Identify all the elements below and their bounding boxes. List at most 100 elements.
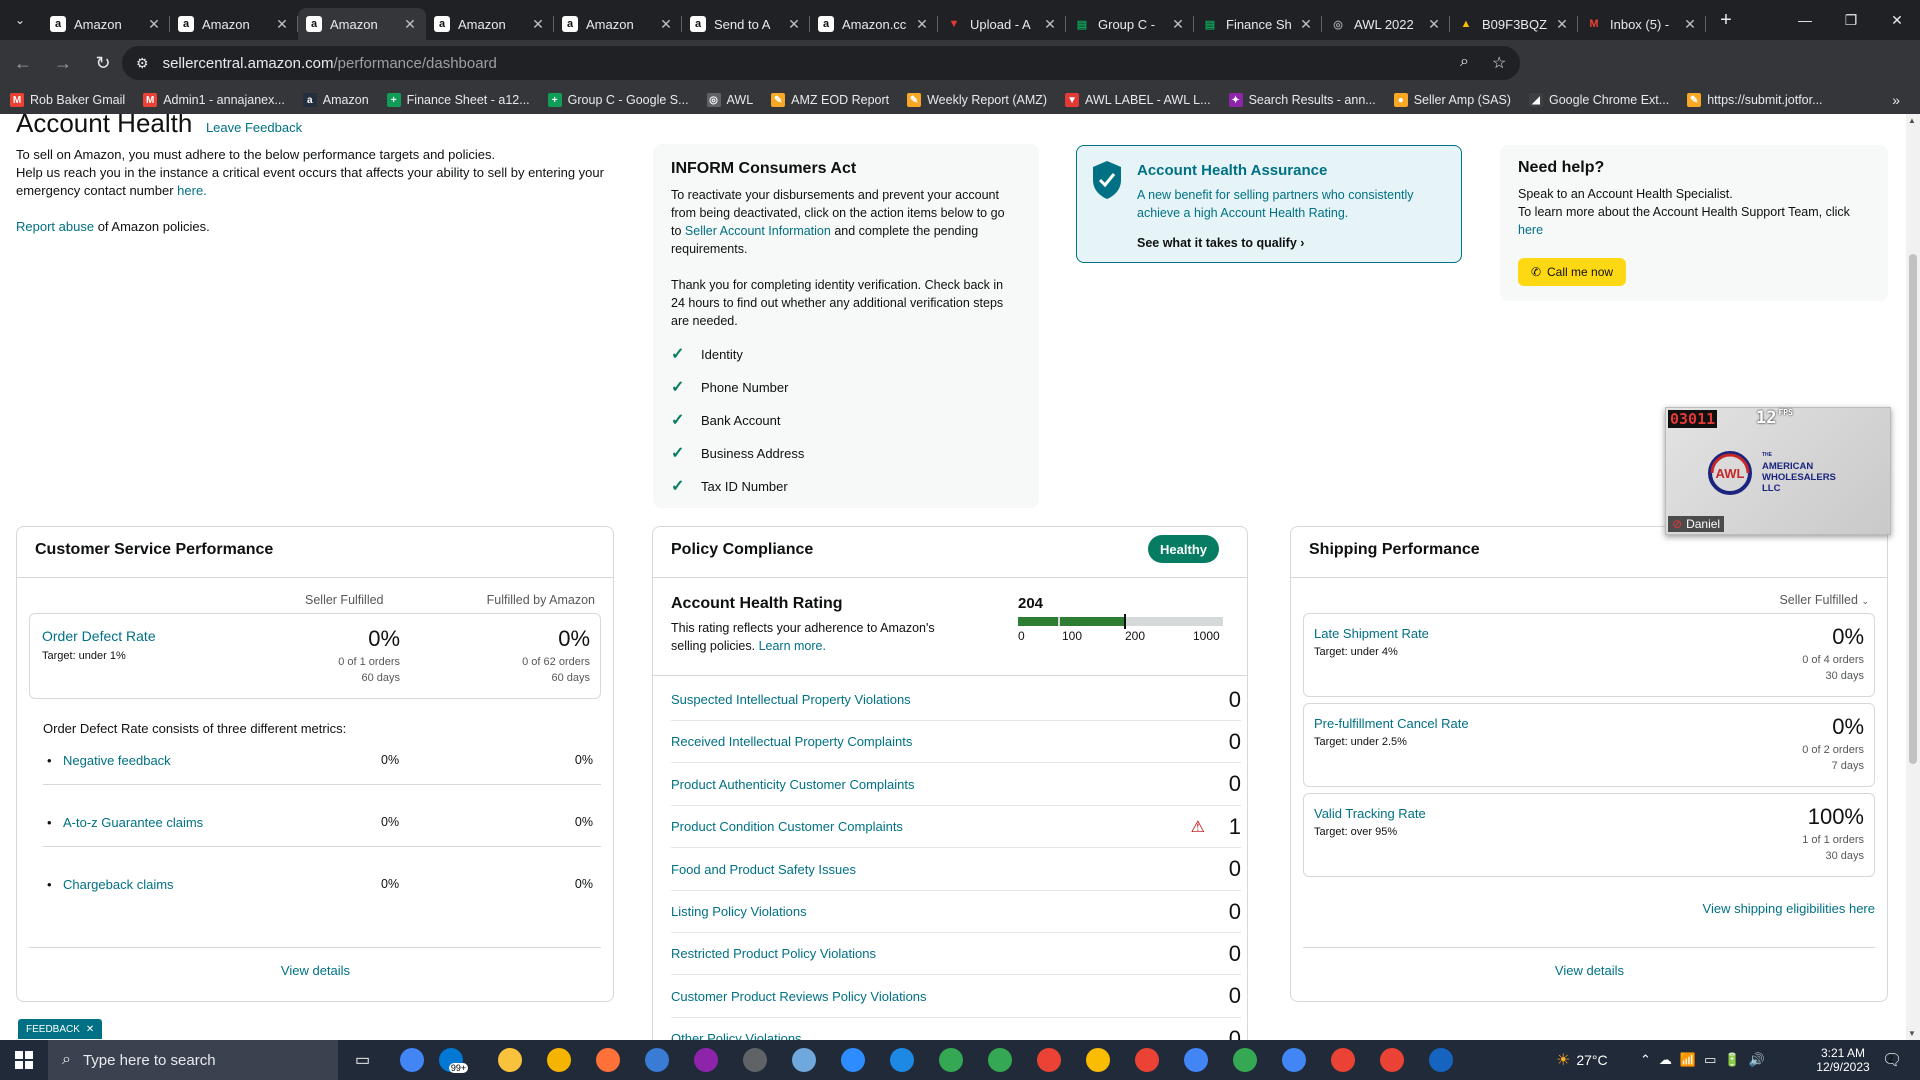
chrome-icon[interactable] [1024,1040,1073,1080]
chrome-icon[interactable] [387,1040,436,1080]
browser-tab[interactable]: ▤ Group C - ✕ [1066,8,1194,40]
shipping-metric-link[interactable]: Pre-fulfillment Cancel Rate [1314,716,1469,731]
policy-link[interactable]: Product Authenticity Customer Complaints [671,777,1211,792]
learn-more-link[interactable]: Learn more. [759,639,826,653]
chrome-icon[interactable] [1122,1040,1171,1080]
bookmark-item[interactable]: ✎ Weekly Report (AMZ) [907,93,1047,107]
odr-metric-link[interactable]: A-to-z Guarantee claims [63,815,203,830]
close-window-button[interactable]: ✕ [1874,0,1920,40]
order-defect-rate-link[interactable]: Order Defect Rate [42,628,156,644]
scroll-up-icon[interactable]: ▲ [1908,116,1916,125]
bookmark-item[interactable]: ◢ Google Chrome Ext... [1528,93,1669,107]
bookmark-item[interactable]: + Finance Sheet - a12... [386,93,530,107]
browser-tab[interactable]: a Amazon ✕ [426,8,554,40]
forward-button[interactable]: → [46,46,80,80]
tab-close-icon[interactable]: ✕ [914,16,930,33]
notification-center-button[interactable]: 🗨 2 [1882,1040,1902,1080]
chrome-icon[interactable] [1269,1040,1318,1080]
policy-link[interactable]: Food and Product Safety Issues [671,862,1211,877]
policy-link[interactable]: Restricted Product Policy Violations [671,946,1211,961]
shipping-view-details-link[interactable]: View details [1291,963,1888,978]
browser-tab[interactable]: ◎ AWL 2022 ✕ [1322,8,1450,40]
shipping-metric-link[interactable]: Valid Tracking Rate [1314,806,1426,821]
bookmark-item[interactable]: + Group C - Google S... [547,93,689,107]
browser-tab[interactable]: ▼ Upload - A ✕ [938,8,1066,40]
bookmark-item[interactable]: ◎ AWL [706,93,753,107]
shipping-eligibilities-link[interactable]: View shipping eligibilities here [1703,901,1875,916]
browser-tab[interactable]: a Amazon ✕ [42,8,170,40]
bookmark-item[interactable]: M Rob Baker Gmail [10,93,125,107]
new-tab-button[interactable]: + [1712,6,1740,34]
calculator-icon[interactable] [632,1040,681,1080]
chrome-icon[interactable] [1220,1040,1269,1080]
chrome-icon[interactable] [1318,1040,1367,1080]
chrome-icon[interactable] [975,1040,1024,1080]
tab-close-icon[interactable]: ✕ [146,16,162,33]
file-explorer-icon[interactable] [485,1040,534,1080]
policy-link[interactable]: Other Policy Violations [671,1031,1211,1040]
odr-metric-link[interactable]: Chargeback claims [63,877,174,892]
zoom-icon[interactable] [828,1040,877,1080]
app-icon[interactable] [877,1040,926,1080]
clock[interactable]: 3:21 AM 12/9/2023 [1808,1040,1878,1080]
weather-widget[interactable]: ☀ 27°C [1556,1040,1608,1080]
browser-tab[interactable]: a Amazon ✕ [554,8,682,40]
chrome-canary-icon[interactable] [534,1040,583,1080]
report-abuse-link[interactable]: Report abuse [16,219,94,234]
browser-tab[interactable]: M Inbox (5) - ✕ [1578,8,1706,40]
app-icon[interactable] [1416,1040,1465,1080]
tab-close-icon[interactable]: ✕ [530,16,546,33]
tab-close-icon[interactable]: ✕ [1298,16,1314,33]
feedback-tab[interactable]: FEEDBACK ✕ [18,1019,103,1039]
fulfillment-dropdown[interactable]: Seller Fulfilled ⌄ [1779,593,1869,607]
bookmark-item[interactable]: ✦ Search Results - ann... [1228,93,1376,107]
bookmark-item[interactable]: ✎ AMZ EOD Report [771,93,889,107]
chrome-icon[interactable] [1073,1040,1122,1080]
scroll-down-icon[interactable]: ▼ [1908,1029,1916,1038]
odr-metric-link[interactable]: Negative feedback [63,753,171,768]
minimize-button[interactable]: — [1782,0,1828,40]
browser-tab[interactable]: a Amazon.cc ✕ [810,8,938,40]
policy-link[interactable]: Received Intellectual Property Complaint… [671,734,1211,749]
notes-icon[interactable] [779,1040,828,1080]
task-view-icon[interactable]: ▭ [338,1040,387,1080]
qualify-link[interactable]: See what it takes to qualify › [1137,236,1304,250]
page-scrollbar[interactable]: ▲ ▼ [1906,114,1920,1040]
address-bar[interactable]: ⚙ sellercentral.amazon.com/performance/d… [122,46,1520,80]
tab-close-icon[interactable]: ✕ [1042,16,1058,33]
reload-button[interactable]: ↻ [86,46,120,80]
bookmark-item[interactable]: M Admin1 - annajanex... [143,93,285,107]
tab-close-icon[interactable]: ✕ [658,16,674,33]
webcam-overlay[interactable]: 03011 12 FPS AWL THE AMERICAN WHOLESALERS… [1665,407,1891,535]
bookmark-item[interactable]: ✎ https://submit.jotfor... [1687,93,1823,107]
policy-link[interactable]: Listing Policy Violations [671,904,1211,919]
mail-icon[interactable]: 99+ [436,1040,485,1080]
tab-close-icon[interactable]: ✕ [786,16,802,33]
restore-button[interactable]: ❐ [1828,0,1874,40]
zoom-icon[interactable]: ⌕ [1460,53,1469,71]
policy-link[interactable]: Product Condition Customer Complaints [671,819,1191,834]
tab-close-icon[interactable]: ✕ [1554,16,1570,33]
bookmark-item[interactable]: ● Seller Amp (SAS) [1393,93,1511,107]
browser-tab[interactable]: ▤ Finance Sh ✕ [1194,8,1322,40]
chrome-icon[interactable] [1171,1040,1220,1080]
app-icon[interactable] [730,1040,779,1080]
policy-link[interactable]: Customer Product Reviews Policy Violatio… [671,989,1211,1004]
back-button[interactable]: ← [6,46,40,80]
support-team-link[interactable]: here [1518,223,1543,237]
taskbar-search-box[interactable]: ⌕ Type here to search [48,1040,338,1080]
shipping-metric-link[interactable]: Late Shipment Rate [1314,626,1429,641]
bookmark-star-icon[interactable]: ☆ [1492,53,1506,73]
tab-close-icon[interactable]: ✕ [1170,16,1186,33]
bookmark-item[interactable]: a Amazon [302,93,369,107]
site-info-icon[interactable]: ⚙ [136,55,149,72]
chrome-icon[interactable] [1367,1040,1416,1080]
chrome-icon[interactable] [926,1040,975,1080]
leave-feedback-link[interactable]: Leave Feedback [206,120,302,135]
tab-close-icon[interactable]: ✕ [1682,16,1698,33]
cs-view-details-link[interactable]: View details [17,963,614,978]
firefox-icon[interactable] [583,1040,632,1080]
emergency-contact-link[interactable]: here. [177,183,207,198]
browser-tab[interactable]: ▲ B09F3BQZ ✕ [1450,8,1578,40]
tab-search-button[interactable]: ⌄ [6,6,34,34]
